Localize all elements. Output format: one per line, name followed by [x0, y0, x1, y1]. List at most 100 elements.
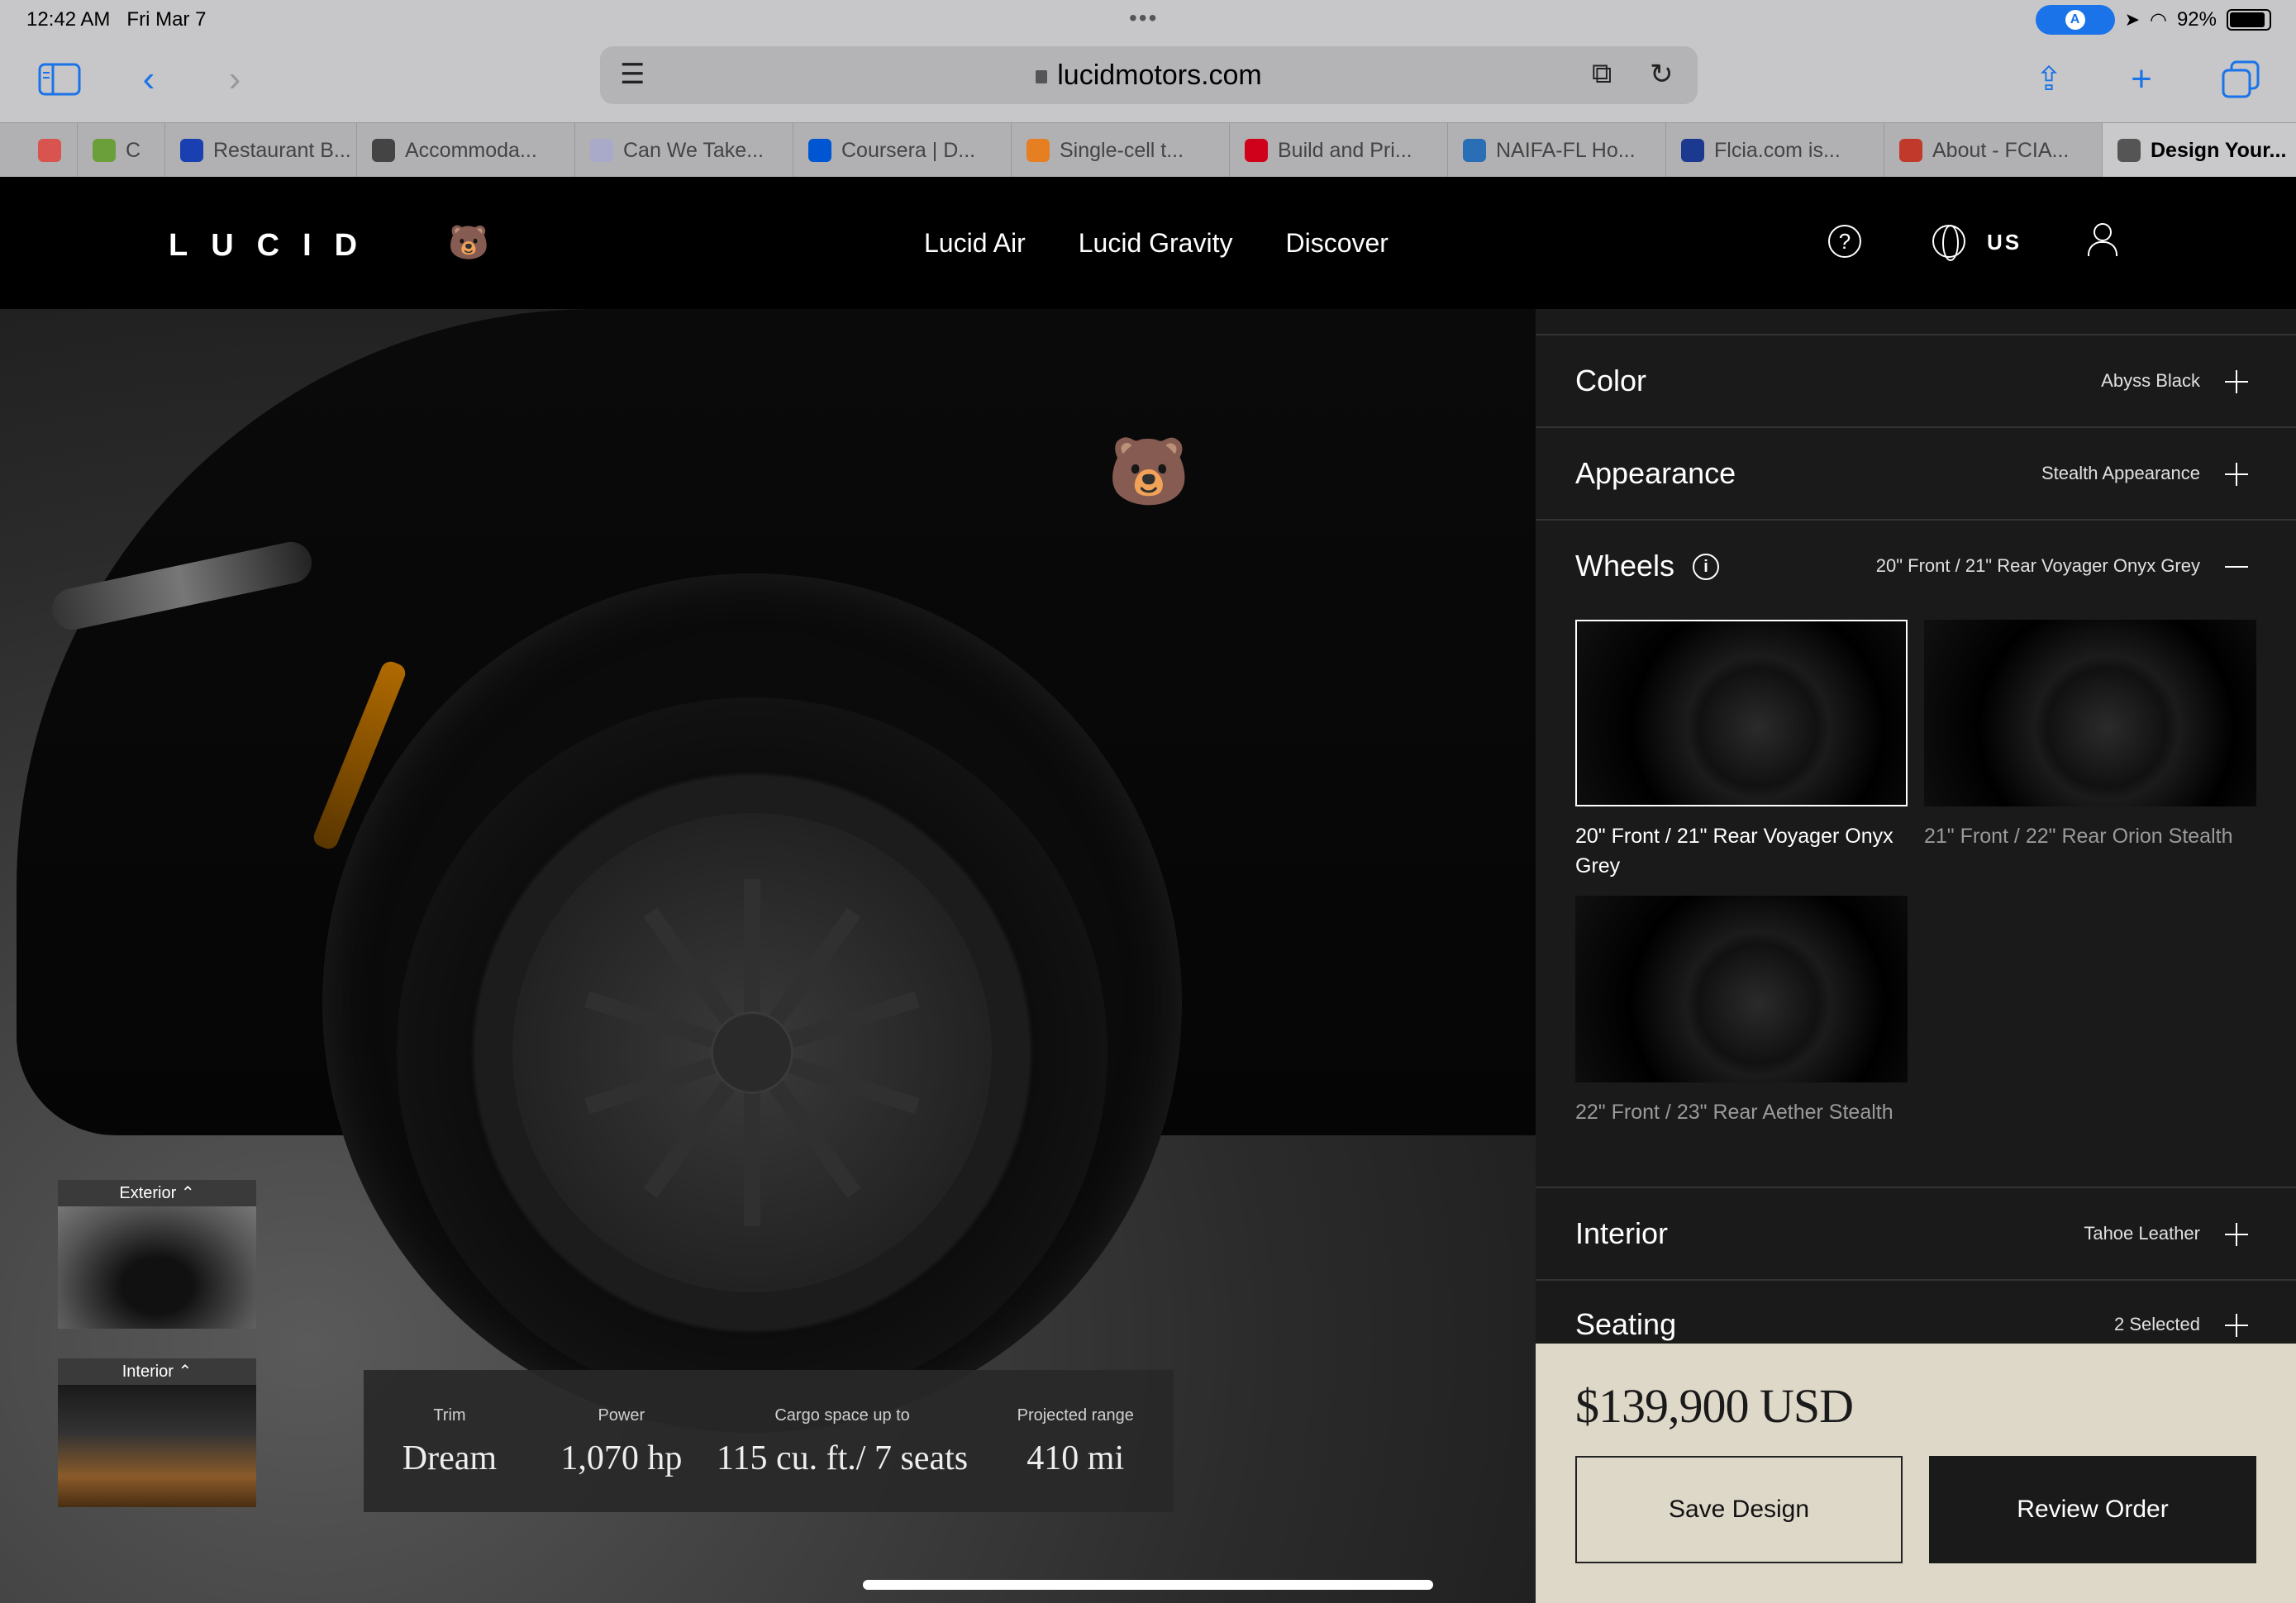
config-panel: Color Abyss Black Appearance Stealth App… — [1536, 309, 2296, 1603]
appearance-title: Appearance — [1575, 456, 1736, 490]
home-indicator[interactable] — [863, 1580, 1433, 1590]
nav-lucid-air[interactable]: Lucid Air — [924, 228, 1026, 259]
seating-title: Seating — [1575, 1307, 1677, 1341]
wheels-row: Wheels i 20" Front / 21" Rear Voyager On… — [1536, 519, 2296, 1187]
exterior-thumbnail-image[interactable] — [58, 1206, 256, 1329]
tab-label: Coursera | D... — [841, 138, 976, 162]
browser-tab[interactable]: Coursera | D... — [793, 123, 1012, 178]
wheels-title[interactable]: Wheels — [1575, 549, 1674, 583]
wheel-option-orion[interactable]: 21" Front / 22" Rear Orion Stealth — [1924, 620, 2256, 851]
browser-tab[interactable]: Restaurant B... — [165, 123, 357, 178]
browser-tab[interactable]: Build and Pri... — [1230, 123, 1448, 178]
interior-view-thumb[interactable]: Interior ⌃ — [58, 1358, 256, 1507]
info-icon[interactable]: i — [1693, 554, 1719, 580]
browser-tab[interactable]: Design Your... — [2103, 123, 2296, 178]
expand-plus-icon[interactable] — [2225, 1223, 2248, 1246]
browser-tab[interactable]: NAIFA-FL Ho... — [1448, 123, 1666, 178]
help-icon[interactable]: ? — [1828, 225, 1861, 258]
interior-row[interactable]: Interior Tahoe Leather — [1536, 1187, 2296, 1279]
lucid-logo[interactable]: LUCID — [169, 228, 380, 264]
browser-tab[interactable]: Flcia.com is... — [1666, 123, 1884, 178]
status-time: 12:42 AM Fri Mar 7 — [26, 8, 207, 31]
tab-label: Design Your... — [2151, 138, 2287, 162]
tab-favicon-icon — [1681, 139, 1704, 162]
collapse-minus-icon[interactable] — [2225, 555, 2248, 578]
browser-tab[interactable]: C — [78, 123, 165, 178]
bear-badge-icon: 🐻 — [1108, 435, 1190, 508]
color-value: Abyss Black — [2101, 370, 2200, 391]
spec-trim: Trim Dream — [402, 1406, 498, 1477]
tab-favicon-icon — [93, 139, 116, 162]
appearance-row[interactable]: Appearance Stealth Appearance — [1536, 426, 2296, 519]
tab-favicon-icon — [808, 139, 831, 162]
tab-label: Flcia.com is... — [1714, 138, 1841, 162]
chevron-up-icon: ⌃ — [178, 1363, 193, 1381]
reload-icon[interactable]: ↻ — [1650, 58, 1674, 91]
color-title: Color — [1575, 364, 1647, 397]
interior-thumbnail-image[interactable] — [58, 1385, 256, 1507]
exterior-view-label[interactable]: Exterior ⌃ — [58, 1180, 256, 1206]
battery-icon — [2227, 9, 2271, 31]
forward-icon[interactable]: › — [218, 55, 251, 104]
expand-plus-icon[interactable] — [2225, 463, 2248, 486]
globe-icon[interactable] — [1932, 225, 1965, 261]
browser-tab[interactable]: Accommoda... — [357, 123, 575, 178]
tab-favicon-icon — [180, 139, 203, 162]
browser-tab[interactable]: About - FCIA... — [1884, 123, 2103, 178]
location-pill-icon[interactable]: A — [2035, 5, 2115, 35]
tab-favicon-icon — [1245, 139, 1268, 162]
spec-power: Power 1,070 hp — [560, 1406, 683, 1477]
browser-tab[interactable]: Single-cell t... — [1012, 123, 1230, 178]
tab-label: C — [126, 138, 141, 162]
wheel-option-image[interactable] — [1575, 620, 1908, 806]
browser-toolbar: ‹ › ☰ lucidmotors.com ⧉ ↻ ⇪ + — [0, 41, 2296, 122]
total-price: $139,900 USD — [1575, 1379, 1854, 1433]
tab-label: Accommoda... — [405, 138, 537, 162]
tab-favicon-icon — [1899, 139, 1922, 162]
address-bar[interactable]: ☰ lucidmotors.com ⧉ ↻ — [600, 46, 1698, 104]
exterior-view-thumb[interactable]: Exterior ⌃ — [58, 1180, 256, 1329]
main-nav: Lucid Air Lucid Gravity Discover — [924, 228, 1389, 259]
tab-label: NAIFA-FL Ho... — [1496, 138, 1636, 162]
tab-favicon-icon — [2117, 139, 2141, 162]
expand-plus-icon[interactable] — [2225, 1314, 2248, 1337]
color-row[interactable]: Color Abyss Black — [1536, 334, 2296, 426]
wheel-option-aether[interactable]: 22" Front / 23" Rear Aether Stealth — [1575, 896, 1908, 1127]
nav-lucid-gravity[interactable]: Lucid Gravity — [1079, 228, 1233, 259]
back-icon[interactable]: ‹ — [132, 55, 165, 104]
multitask-dots[interactable]: ••• — [1129, 5, 1158, 31]
share-icon[interactable]: ⇪ — [2028, 55, 2070, 104]
location-arrow-icon: ➤ — [2124, 9, 2140, 30]
browser-tab[interactable]: Can We Take... — [575, 123, 793, 178]
tab-favicon-icon — [372, 139, 395, 162]
wheel-option-image[interactable] — [1924, 620, 2256, 806]
nav-discover[interactable]: Discover — [1285, 228, 1388, 259]
tab-label: Can We Take... — [623, 138, 764, 162]
tab-label: About - FCIA... — [1932, 138, 2070, 162]
seating-row[interactable]: Seating 2 Selected — [1536, 1279, 2296, 1344]
tab-label: Build and Pri... — [1278, 138, 1412, 162]
tab-favicon-icon — [590, 139, 613, 162]
wheel-option-image[interactable] — [1575, 896, 1908, 1082]
expand-plus-icon[interactable] — [2225, 370, 2248, 393]
tab-favicon-icon — [1463, 139, 1486, 162]
interior-title: Interior — [1575, 1216, 1669, 1250]
site-header: LUCID 🐻 Lucid Air Lucid Gravity Discover… — [0, 177, 2296, 309]
tabs-overview-icon[interactable] — [2218, 55, 2263, 104]
account-icon[interactable] — [2084, 221, 2117, 258]
hub-cap-image — [711, 1011, 793, 1094]
browser-tab[interactable] — [23, 123, 78, 178]
bear-logo-icon[interactable]: 🐻 — [448, 223, 489, 262]
review-order-button[interactable]: Review Order — [1929, 1456, 2256, 1563]
save-design-button[interactable]: Save Design — [1575, 1456, 1903, 1563]
tab-label: Restaurant B... — [213, 138, 351, 162]
tab-label: Single-cell t... — [1060, 138, 1184, 162]
extension-icon[interactable]: ⧉ — [1592, 58, 1612, 90]
status-right: A ➤ ◠ 92% — [2035, 5, 2271, 35]
wheel-option-voyager[interactable]: 20" Front / 21" Rear Voyager Onyx Grey — [1575, 620, 1908, 881]
region-selector[interactable]: US — [1987, 230, 2022, 255]
new-tab-icon[interactable]: + — [2121, 55, 2162, 104]
interior-view-label[interactable]: Interior ⌃ — [58, 1358, 256, 1385]
sidebar-toggle-icon[interactable] — [36, 55, 83, 104]
spec-cargo: Cargo space up to 115 cu. ft./ 7 seats — [717, 1406, 969, 1477]
